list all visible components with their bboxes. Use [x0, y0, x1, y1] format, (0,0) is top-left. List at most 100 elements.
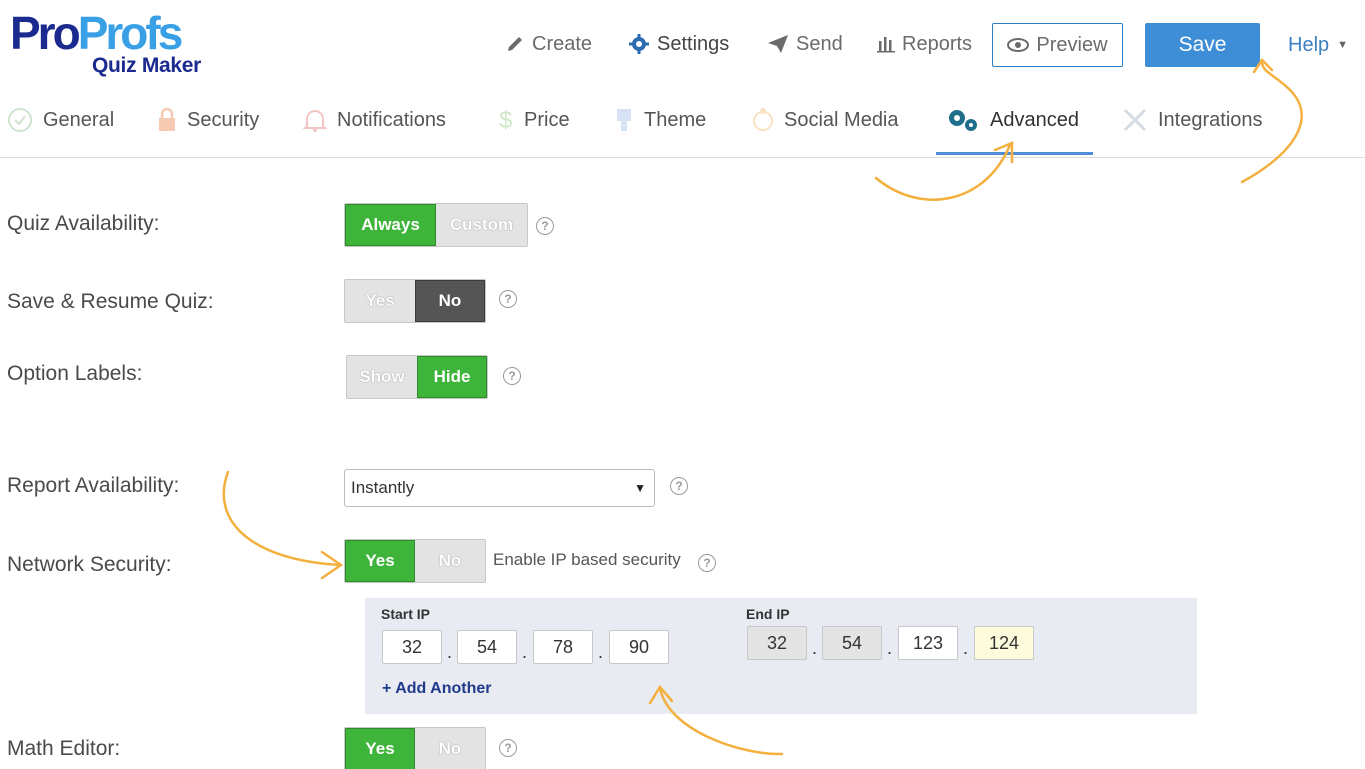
- svg-text:$: $: [499, 107, 512, 134]
- quiz-availability-toggle: Always Custom: [344, 203, 528, 247]
- brush-icon: [617, 109, 631, 131]
- network-security-label: Network Security:: [7, 553, 172, 576]
- share-icon: [753, 108, 773, 131]
- math-editor-no[interactable]: No: [415, 728, 485, 769]
- tab-advanced[interactable]: Advanced: [946, 98, 1079, 142]
- tab-theme-label: Theme: [644, 108, 707, 131]
- end-ip-octet-4[interactable]: 124: [974, 626, 1034, 660]
- tab-general[interactable]: General: [7, 98, 114, 142]
- preview-button[interactable]: Preview: [992, 23, 1123, 67]
- proprofs-logo[interactable]: ProProfs Quiz Maker: [10, 10, 220, 78]
- save-resume-yes[interactable]: Yes: [345, 280, 415, 322]
- tab-social-media-label: Social Media: [784, 108, 899, 131]
- paper-plane-icon: [768, 35, 788, 53]
- start-ip-octet-1[interactable]: 32: [382, 630, 442, 664]
- settings-tabs: General Security Notifications $ Price T…: [0, 98, 1365, 158]
- tab-price[interactable]: $ Price: [498, 98, 570, 142]
- help-icon-option-labels[interactable]: ?: [503, 367, 521, 385]
- report-availability-select[interactable]: Instantly ▼: [344, 469, 655, 507]
- lock-icon: [159, 107, 175, 131]
- help-menu[interactable]: Help ▼: [1288, 23, 1348, 67]
- ip-dot: .: [887, 638, 893, 658]
- save-resume-label: Save & Resume Quiz:: [7, 290, 214, 313]
- nav-settings-label: Settings: [657, 32, 730, 55]
- tab-integrations-label: Integrations: [1158, 108, 1263, 131]
- ip-dot: .: [963, 638, 969, 658]
- select-arrow-icon: ▼: [634, 481, 646, 495]
- tab-security[interactable]: Security: [157, 98, 259, 142]
- option-labels-show[interactable]: Show: [347, 356, 417, 398]
- option-labels-label: Option Labels:: [7, 362, 143, 385]
- math-editor-label: Math Editor:: [7, 737, 121, 760]
- check-circle-icon: [8, 108, 32, 132]
- nav-reports-label: Reports: [902, 32, 973, 55]
- help-icon-quiz-availability[interactable]: ?: [536, 217, 554, 235]
- option-labels-hide[interactable]: Hide: [417, 356, 487, 398]
- eye-icon: [1007, 38, 1030, 52]
- start-ip-octet-3[interactable]: 78: [533, 630, 593, 664]
- logo-pro: Pro: [10, 7, 81, 59]
- save-resume-no[interactable]: No: [415, 280, 485, 322]
- caret-down-icon: ▼: [1337, 39, 1349, 51]
- quiz-availability-always[interactable]: Always: [345, 204, 436, 246]
- start-ip-octet-2[interactable]: 54: [457, 630, 517, 664]
- tab-general-label: General: [43, 108, 115, 131]
- nav-reports[interactable]: Reports: [877, 22, 972, 66]
- end-ip-octet-2[interactable]: 54: [822, 626, 882, 660]
- help-icon-save-resume[interactable]: ?: [499, 290, 517, 308]
- ip-dot: .: [522, 642, 528, 662]
- help-icon-network-security[interactable]: ?: [698, 554, 716, 572]
- option-labels-toggle: Show Hide: [346, 355, 488, 399]
- tab-integrations[interactable]: Integrations: [1122, 98, 1263, 142]
- math-editor-toggle: Yes No: [344, 727, 486, 769]
- nav-create-label: Create: [532, 32, 593, 55]
- quiz-availability-custom[interactable]: Custom: [436, 204, 527, 246]
- logo-wordmark: ProProfs: [10, 10, 220, 56]
- quiz-availability-label: Quiz Availability:: [7, 212, 160, 235]
- ip-dot: .: [812, 638, 818, 658]
- end-ip-octet-1[interactable]: 32: [747, 626, 807, 660]
- start-ip-label: Start IP: [381, 606, 431, 622]
- gear-icon: [629, 34, 649, 54]
- tab-security-label: Security: [187, 108, 260, 131]
- nav-send[interactable]: Send: [767, 22, 843, 66]
- tab-price-label: Price: [524, 108, 570, 131]
- network-security-toggle: Yes No: [344, 539, 486, 583]
- tab-theme[interactable]: Theme: [614, 98, 706, 142]
- save-button[interactable]: Save: [1145, 23, 1260, 67]
- ip-dot: .: [598, 642, 604, 662]
- network-security-hint-text: Enable IP based security: [493, 550, 681, 569]
- logo-profs: Profs: [77, 7, 184, 59]
- ip-range-panel: Start IP 32 . 54 . 78 . 90 End IP 32 . 5…: [365, 598, 1197, 714]
- network-security-no[interactable]: No: [415, 540, 485, 582]
- math-editor-yes[interactable]: Yes: [345, 728, 415, 769]
- network-security-yes[interactable]: Yes: [345, 540, 415, 582]
- preview-label: Preview: [1036, 33, 1108, 56]
- tab-advanced-label: Advanced: [990, 108, 1079, 131]
- help-icon-math-editor[interactable]: ?: [499, 739, 517, 757]
- report-availability-label: Report Availability:: [7, 474, 180, 497]
- add-another-link[interactable]: + Add Another: [382, 680, 491, 698]
- end-ip-label: End IP: [746, 606, 790, 622]
- nav-create[interactable]: Create: [505, 22, 592, 66]
- arrow-to-network-security: [222, 470, 342, 567]
- active-tab-indicator: [936, 152, 1093, 155]
- end-ip-octet-3[interactable]: 123: [898, 626, 958, 660]
- pencil-icon: [508, 37, 522, 51]
- help-label: Help: [1288, 33, 1330, 56]
- tab-notifications-label: Notifications: [337, 108, 446, 131]
- report-availability-value: Instantly: [351, 478, 415, 497]
- dollar-icon: $: [499, 107, 512, 134]
- start-ip-octet-4[interactable]: 90: [609, 630, 669, 664]
- bell-icon: [303, 110, 327, 132]
- nav-send-label: Send: [796, 32, 843, 55]
- help-icon-report-availability[interactable]: ?: [670, 477, 688, 495]
- tools-icon: [1123, 108, 1147, 132]
- tab-notifications[interactable]: Notifications: [303, 98, 446, 142]
- nav-settings[interactable]: Settings: [628, 22, 729, 66]
- save-resume-toggle: Yes No: [344, 279, 486, 323]
- bar-chart-icon: [877, 37, 895, 53]
- logo-subtitle: Quiz Maker: [92, 54, 202, 77]
- tab-social-media[interactable]: Social Media: [752, 98, 899, 142]
- ip-dot: .: [447, 642, 453, 662]
